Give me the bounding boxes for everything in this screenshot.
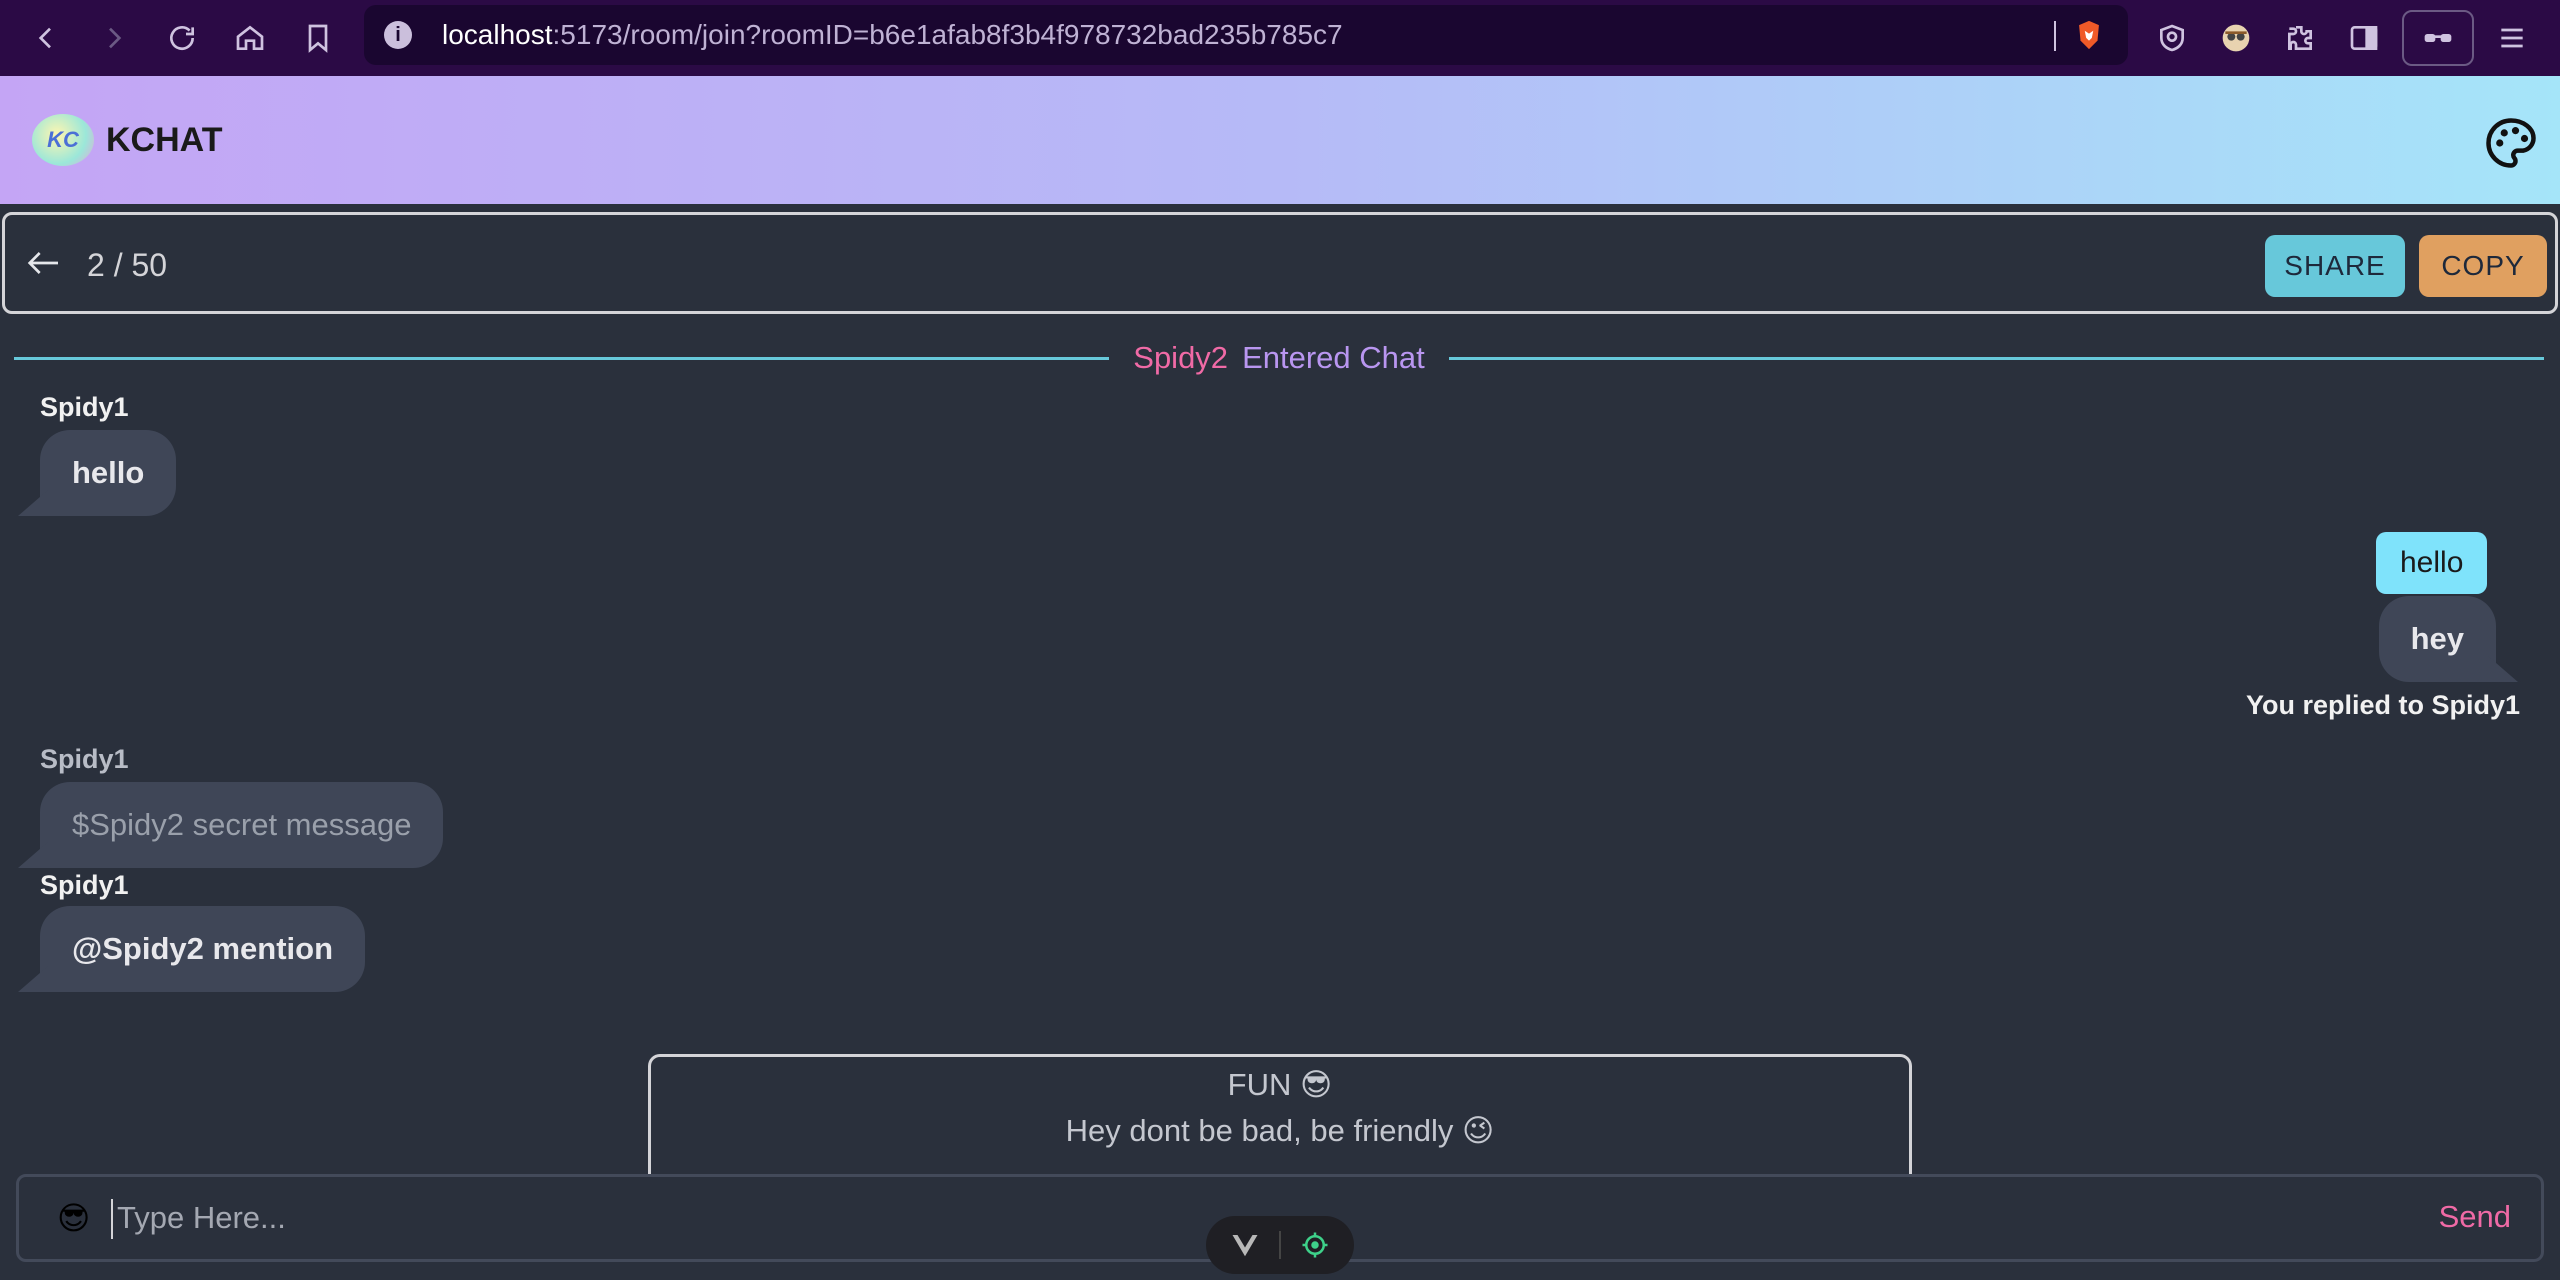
divider-line-right — [1448, 356, 2544, 360]
reload-icon[interactable] — [152, 8, 212, 68]
fun-card-title: FUN 😎 — [1227, 1067, 1333, 1102]
send-button[interactable]: Send — [2439, 1199, 2511, 1235]
message-sender: Spidy1 — [40, 392, 129, 422]
fun-card-text: Hey dont be bad, be friendly 😉 — [1065, 1113, 1495, 1148]
back-icon[interactable] — [16, 8, 76, 68]
spy-extension-icon[interactable] — [2204, 8, 2268, 68]
site-info-icon[interactable]: i — [384, 21, 412, 49]
divider-line-left — [14, 356, 1110, 360]
text-caret — [111, 1199, 113, 1239]
message-sender: Spidy1 — [40, 744, 129, 774]
app-header: KC KCHAT — [0, 76, 2560, 204]
extensions-icon[interactable] — [2268, 8, 2332, 68]
message-bubble[interactable]: hello — [40, 430, 177, 516]
entered-chat-text: Entered Chat — [1242, 340, 1425, 375]
entered-user-name: Spidy2 — [1133, 340, 1229, 375]
vue-devtools-icon[interactable] — [1230, 1230, 1260, 1260]
fun-card: FUN 😎 Hey dont be bad, be friendly 😉 — [648, 1054, 1912, 1184]
secret-message-bubble[interactable]: $Spidy2 secret message — [40, 782, 444, 868]
bookmark-icon[interactable] — [288, 8, 348, 68]
message-sender: Spidy1 — [40, 870, 129, 900]
menu-icon[interactable] — [2480, 8, 2544, 68]
palette-icon[interactable] — [2484, 116, 2538, 170]
brave-shields-icon[interactable] — [2072, 18, 2106, 52]
share-button[interactable]: SHARE — [2265, 235, 2405, 297]
url-separator — [2054, 21, 2056, 51]
message-bubble-own[interactable]: hey — [2378, 596, 2496, 682]
reply-note: You replied to Spidy1 — [2245, 690, 2520, 720]
home-icon[interactable] — [220, 8, 280, 68]
user-entered-divider: Spidy2 Entered Chat — [14, 340, 2544, 376]
mention-message-bubble[interactable]: @Spidy2 mention — [40, 906, 366, 992]
url-text[interactable]: localhost:5173/room/join?roomID=b6e1afab… — [442, 19, 1343, 51]
pill-separator — [1278, 1231, 1281, 1259]
divider-text: Spidy2 Entered Chat — [1109, 340, 1448, 376]
devtools-pill — [1206, 1216, 1354, 1274]
emoji-picker-icon[interactable]: 😎 — [57, 1199, 95, 1237]
back-arrow-icon[interactable] — [21, 243, 65, 283]
forward-icon[interactable] — [84, 8, 144, 68]
shield-extension-icon[interactable] — [2140, 8, 2204, 68]
copy-button[interactable]: COPY — [2419, 235, 2547, 297]
app-logo[interactable]: KC — [32, 114, 94, 166]
address-bar[interactable]: i localhost:5173/room/join?roomID=b6e1af… — [364, 5, 2128, 65]
room-user-count: 2 / 50 — [87, 247, 168, 283]
private-window-icon[interactable] — [2402, 10, 2474, 66]
inspector-target-icon[interactable] — [1300, 1230, 1330, 1260]
extensions-area — [2140, 0, 2544, 76]
room-bar: 2 / 50 SHARE COPY — [2, 212, 2558, 314]
browser-toolbar: i localhost:5173/room/join?roomID=b6e1af… — [0, 0, 2560, 76]
app-title[interactable]: KCHAT — [106, 121, 222, 160]
sidebar-icon[interactable] — [2332, 8, 2396, 68]
reply-quote[interactable]: hello — [2376, 532, 2488, 594]
